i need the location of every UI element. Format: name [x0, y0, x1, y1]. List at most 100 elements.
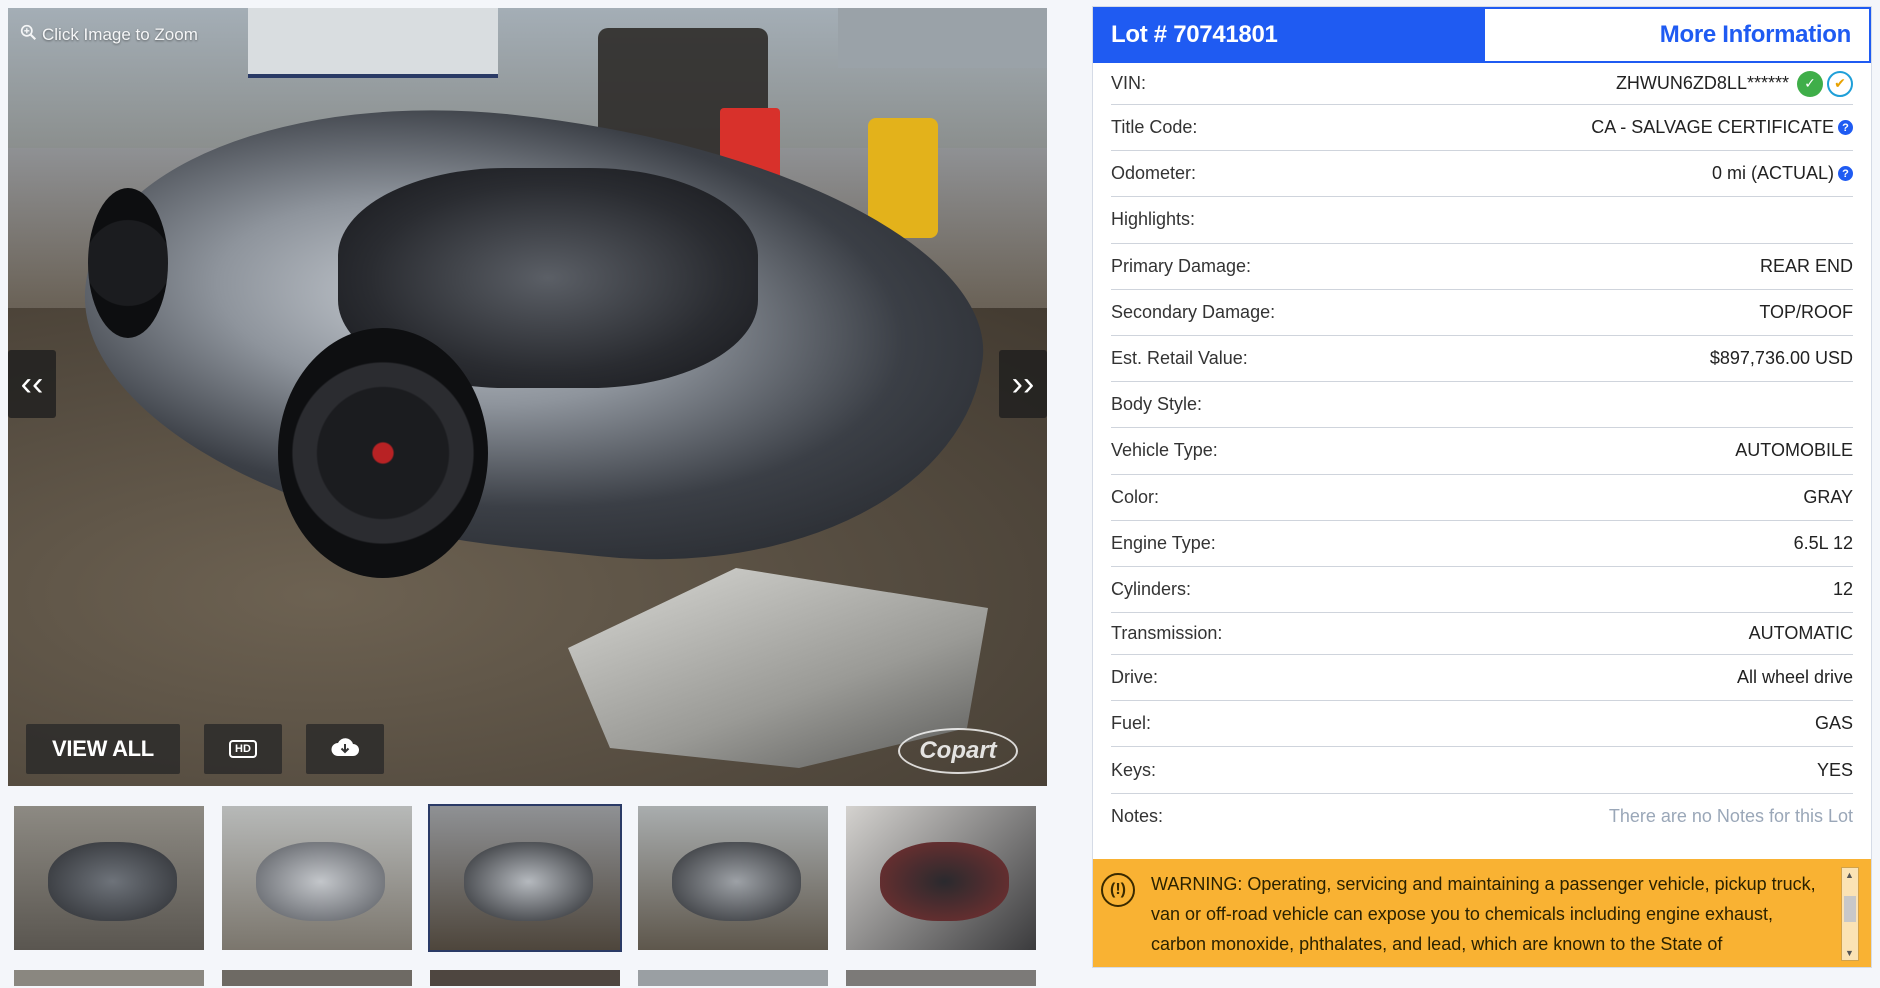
warning-exclamation-icon: (!): [1101, 873, 1135, 907]
warning-text: WARNING: Operating, servicing and mainta…: [1151, 874, 1816, 954]
zoom-hint-label: Click Image to Zoom: [42, 25, 198, 44]
color-label: Color:: [1111, 486, 1160, 507]
photo-building-right: [838, 8, 1047, 68]
thumbnail-3-selected[interactable]: [428, 804, 622, 952]
chevron-left-icon: ‹‹: [20, 364, 44, 403]
row-est-retail-value: Est. Retail Value: $897,736.00 USD: [1111, 336, 1853, 383]
previous-photo-button[interactable]: ‹‹: [8, 350, 56, 418]
highlights-label: Highlights:: [1111, 209, 1196, 230]
drive-label: Drive:: [1111, 667, 1159, 688]
copart-watermark: Copart: [898, 728, 1018, 774]
thumbnail-9[interactable]: [636, 968, 830, 988]
vehicle-type-value: AUTOMOBILE: [1735, 440, 1853, 461]
odometer-value-group: 0 mi (ACTUAL) ?: [1712, 163, 1853, 184]
row-secondary-damage: Secondary Damage: TOP/ROOF: [1111, 290, 1853, 336]
row-odometer: Odometer: 0 mi (ACTUAL) ?: [1111, 151, 1853, 198]
row-drive: Drive: All wheel drive: [1111, 655, 1853, 702]
secondary-damage-value: TOP/ROOF: [1759, 301, 1853, 322]
thumbnail-strip: [8, 804, 1048, 952]
title-code-label: Title Code:: [1111, 117, 1198, 138]
primary-damage-value: REAR END: [1759, 255, 1853, 276]
image-gallery: Click Image to Zoom ‹‹ ›› VIEW ALL HD Co…: [8, 8, 1048, 986]
transmission-label: Transmission:: [1111, 623, 1223, 644]
zoom-hint[interactable]: Click Image to Zoom: [20, 24, 198, 46]
row-title-code: Title Code: CA - SALVAGE CERTIFICATE ?: [1111, 105, 1853, 152]
scroll-up-arrow-icon[interactable]: ▲: [1845, 870, 1854, 880]
next-photo-button[interactable]: ››: [999, 350, 1047, 418]
row-engine-type: Engine Type: 6.5L 12: [1111, 521, 1853, 567]
row-fuel: Fuel: GAS: [1111, 701, 1853, 748]
chevron-right-icon: ››: [1011, 364, 1035, 403]
lot-number-title: Lot # 70741801: [1093, 7, 1485, 63]
thumbnail-5[interactable]: [844, 804, 1038, 952]
prop65-warning-box: (!) WARNING: Operating, servicing and ma…: [1093, 859, 1871, 967]
photo-front-wheel: [88, 188, 168, 338]
thumbnail-6[interactable]: [12, 968, 206, 988]
photo-toolbar: VIEW ALL HD: [26, 724, 384, 774]
lot-details-panel: Lot # 70741801 More Information VIN: ZHW…: [1092, 6, 1872, 968]
vin-value-group: ZHWUN6ZD8LL****** ✓ ✔: [1615, 70, 1853, 97]
warning-scrollbar[interactable]: ▲ ▼: [1841, 867, 1859, 961]
more-information-link[interactable]: More Information: [1485, 7, 1871, 63]
keys-label: Keys:: [1111, 759, 1157, 780]
download-button[interactable]: [306, 724, 384, 774]
est-retail-value-label: Est. Retail Value:: [1111, 348, 1248, 369]
cylinders-value: 12: [1832, 578, 1853, 599]
hd-toggle-button[interactable]: HD: [204, 724, 282, 774]
row-vin: VIN: ZHWUN6ZD8LL****** ✓ ✔: [1111, 63, 1853, 105]
row-cylinders: Cylinders: 12: [1111, 567, 1853, 614]
scroll-down-arrow-icon[interactable]: ▼: [1845, 948, 1854, 958]
row-notes: Notes: There are no Notes for this Lot: [1111, 794, 1853, 840]
title-code-value-group: CA - SALVAGE CERTIFICATE ?: [1591, 117, 1853, 138]
body-style-label: Body Style:: [1111, 394, 1203, 415]
thumbnail-2[interactable]: [220, 804, 414, 952]
vin-verified-check-icon[interactable]: ✓: [1797, 70, 1823, 97]
thumbnail-strip-row-2: [8, 968, 1048, 988]
primary-damage-label: Primary Damage:: [1111, 255, 1252, 276]
details-header: Lot # 70741801 More Information: [1093, 7, 1871, 63]
thumbnail-4[interactable]: [636, 804, 830, 952]
cloud-download-icon: [330, 736, 360, 763]
fuel-label: Fuel:: [1111, 713, 1152, 734]
engine-type-value: 6.5L 12: [1793, 532, 1853, 553]
title-code-value: CA - SALVAGE CERTIFICATE: [1591, 117, 1834, 138]
title-code-help-icon[interactable]: ?: [1838, 120, 1853, 136]
row-body-style: Body Style:: [1111, 382, 1853, 429]
drive-value: All wheel drive: [1736, 667, 1853, 688]
vin-label: VIN:: [1111, 73, 1147, 93]
main-vehicle-photo[interactable]: Click Image to Zoom ‹‹ ›› VIEW ALL HD Co…: [8, 8, 1047, 786]
notes-value: There are no Notes for this Lot: [1608, 806, 1853, 827]
fuel-value: GAS: [1814, 713, 1853, 734]
thumbnail-1[interactable]: [12, 804, 206, 952]
odometer-value: 0 mi (ACTUAL): [1711, 163, 1834, 184]
thumbnail-7[interactable]: [220, 968, 414, 988]
transmission-value: AUTOMATIC: [1748, 623, 1853, 644]
photo-rear-wheel: [278, 328, 488, 578]
details-list: VIN: ZHWUN6ZD8LL****** ✓ ✔ Title Code: C…: [1093, 63, 1871, 840]
est-retail-value: $897,736.00 USD: [1709, 348, 1853, 369]
notes-label: Notes:: [1111, 806, 1164, 827]
cylinders-label: Cylinders:: [1111, 578, 1192, 599]
row-keys: Keys: YES: [1111, 747, 1853, 794]
zoom-icon: [20, 24, 37, 46]
secondary-damage-label: Secondary Damage:: [1111, 301, 1276, 322]
hd-icon: HD: [229, 740, 257, 758]
engine-type-label: Engine Type:: [1111, 532, 1216, 553]
photo-building: [248, 8, 498, 78]
photo-yellow-jug: [868, 118, 938, 238]
keys-value: YES: [1816, 759, 1853, 780]
vehicle-type-label: Vehicle Type:: [1111, 440, 1218, 461]
vin-value: ZHWUN6ZD8LL******: [1615, 73, 1789, 93]
thumbnail-10[interactable]: [844, 968, 1038, 988]
row-color: Color: GRAY: [1111, 475, 1853, 521]
view-all-button[interactable]: VIEW ALL: [26, 724, 180, 774]
vin-shield-icon[interactable]: ✔: [1827, 70, 1853, 97]
thumbnail-8[interactable]: [428, 968, 622, 988]
row-primary-damage: Primary Damage: REAR END: [1111, 244, 1853, 290]
scrollbar-thumb[interactable]: [1844, 896, 1856, 922]
row-vehicle-type: Vehicle Type: AUTOMOBILE: [1111, 428, 1853, 475]
odometer-help-icon[interactable]: ?: [1838, 166, 1853, 182]
row-transmission: Transmission: AUTOMATIC: [1111, 613, 1853, 656]
color-value: GRAY: [1803, 486, 1853, 507]
row-highlights: Highlights:: [1111, 197, 1853, 244]
